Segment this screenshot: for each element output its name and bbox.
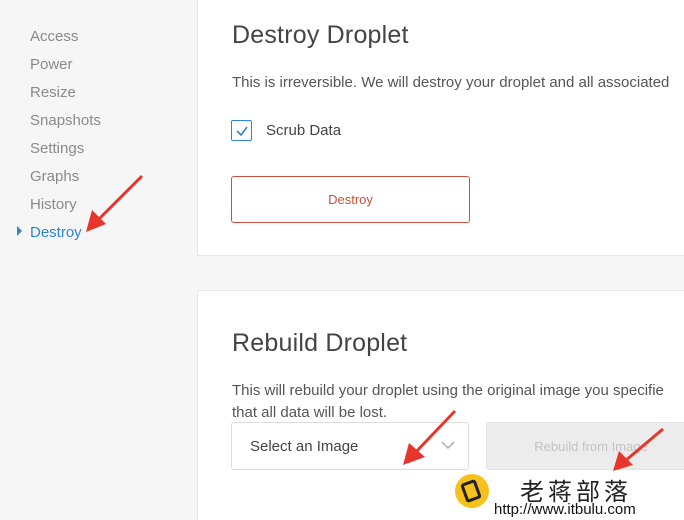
watermark-url: http://www.itbulu.com xyxy=(494,501,636,518)
annotation-arrow-icon xyxy=(86,174,144,232)
sidebar-item-access[interactable]: Access xyxy=(30,28,78,46)
sidebar-item-snapshots[interactable]: Snapshots xyxy=(30,112,101,130)
destroy-description: This is irreversible. We will destroy yo… xyxy=(232,74,670,91)
rebuild-description-line1: This will rebuild your droplet using the… xyxy=(232,382,664,399)
sidebar-item-settings[interactable]: Settings xyxy=(30,140,84,158)
image-select-value: Select an Image xyxy=(250,438,359,455)
watermark-logo-icon xyxy=(455,474,489,508)
sidebar-item-resize[interactable]: Resize xyxy=(30,84,76,102)
watermark: 老蒋部落 http://www.itbulu.com xyxy=(452,470,684,520)
destroy-title: Destroy Droplet xyxy=(232,21,409,49)
sidebar-item-history[interactable]: History xyxy=(30,196,77,214)
checkmark-icon xyxy=(236,126,248,137)
destroy-droplet-card: Destroy Droplet This is irreversible. We… xyxy=(197,0,684,256)
scrub-data-checkbox[interactable] xyxy=(231,120,252,141)
sidebar-item-destroy[interactable]: Destroy xyxy=(30,224,82,242)
active-caret-icon xyxy=(17,226,22,236)
sidebar-item-graphs[interactable]: Graphs xyxy=(30,168,79,186)
rebuild-description-line2: that all data will be lost. xyxy=(232,404,388,421)
scrub-data-label[interactable]: Scrub Data xyxy=(266,122,341,139)
annotation-arrow-icon xyxy=(403,409,457,465)
sidebar: Access Power Resize Snapshots Settings G… xyxy=(0,0,197,520)
rebuild-title: Rebuild Droplet xyxy=(232,329,408,357)
destroy-button[interactable]: Destroy xyxy=(231,176,470,223)
sidebar-item-power[interactable]: Power xyxy=(30,56,73,74)
